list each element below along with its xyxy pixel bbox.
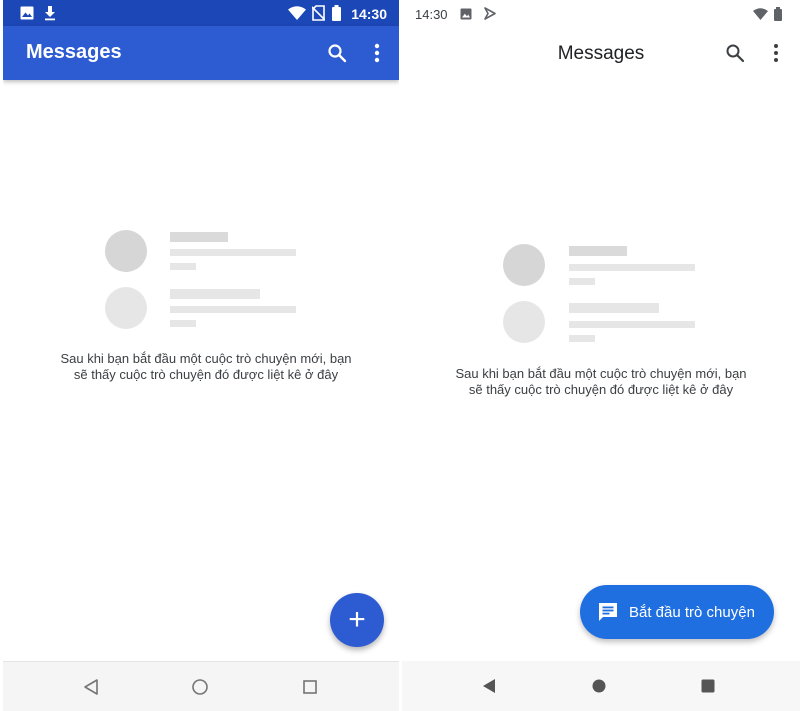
chat-icon <box>597 601 619 623</box>
empty-state-illustration <box>105 230 305 330</box>
image-icon <box>20 6 34 20</box>
new-conversation-button[interactable]: + <box>330 593 384 647</box>
status-bar: 14:30 <box>402 0 800 28</box>
image-icon <box>460 8 472 20</box>
placeholder-line <box>170 289 260 299</box>
empty-state-illustration <box>503 244 703 344</box>
back-icon[interactable] <box>477 674 501 698</box>
home-icon[interactable] <box>188 675 212 699</box>
placeholder-line <box>569 264 695 271</box>
download-icon <box>43 5 57 21</box>
placeholder-avatar <box>105 230 147 272</box>
placeholder-avatar <box>105 287 147 329</box>
placeholder-avatar <box>503 301 545 343</box>
placeholder-line <box>569 278 595 285</box>
status-time: 14:30 <box>415 7 448 22</box>
start-chat-button[interactable]: Bắt đầu trò chuyện <box>580 585 774 639</box>
home-icon[interactable] <box>587 674 611 698</box>
back-icon[interactable] <box>79 675 103 699</box>
new-messages-screen: 14:30 Messages Sau khi bạn bắt đầu một c… <box>402 0 800 711</box>
search-icon[interactable] <box>324 40 350 66</box>
placeholder-line <box>170 232 228 242</box>
wifi-icon <box>288 6 306 20</box>
old-messages-screen: 14:30 Messages Sau khi bạn bắt đầu một c… <box>3 0 399 711</box>
empty-state-message: Sau khi bạn bắt đầu một cuộc trò chuyện … <box>60 351 352 382</box>
placeholder-line <box>569 246 627 256</box>
placeholder-line <box>170 320 196 327</box>
placeholder-avatar <box>503 244 545 286</box>
notification-icon <box>484 7 496 20</box>
placeholder-line <box>170 249 296 256</box>
recents-icon[interactable] <box>298 675 322 699</box>
more-vert-icon[interactable] <box>364 40 390 66</box>
placeholder-line <box>569 303 659 313</box>
more-vert-icon[interactable] <box>763 40 789 66</box>
placeholder-line <box>569 321 695 328</box>
battery-icon <box>332 5 341 21</box>
plus-icon: + <box>348 603 366 636</box>
battery-icon <box>774 7 782 21</box>
start-chat-label: Bắt đầu trò chuyện <box>629 603 755 621</box>
placeholder-line <box>569 335 595 342</box>
app-bar: Messages <box>3 26 399 80</box>
navigation-bar <box>3 661 399 711</box>
placeholder-line <box>170 306 296 313</box>
wifi-icon <box>753 8 768 20</box>
recents-icon[interactable] <box>696 674 720 698</box>
status-time: 14:30 <box>351 6 387 22</box>
placeholder-line <box>170 263 196 270</box>
status-bar: 14:30 <box>3 0 399 26</box>
app-title: Messages <box>26 41 122 63</box>
empty-state-message: Sau khi bạn bắt đầu một cuộc trò chuyện … <box>455 366 747 397</box>
no-sim-icon <box>312 5 325 21</box>
navigation-bar <box>402 661 800 711</box>
search-icon[interactable] <box>722 40 748 66</box>
